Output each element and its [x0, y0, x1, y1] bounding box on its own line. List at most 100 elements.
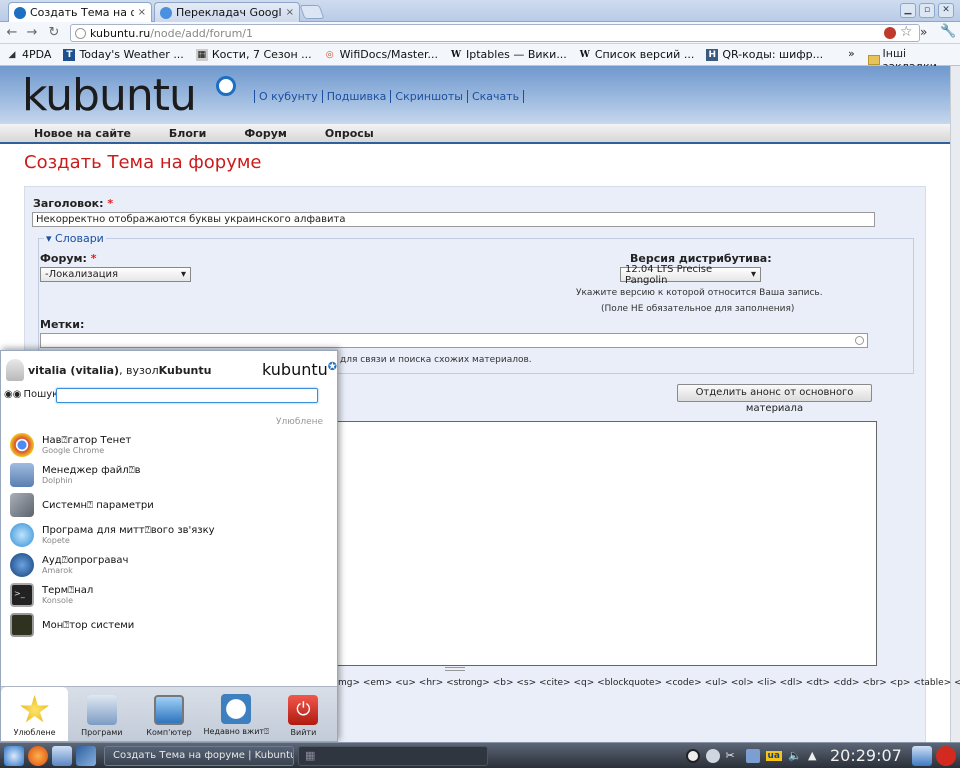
launcher-tabs: Улюблене Програми Комп'ютер Недавно вжит… [1, 686, 337, 741]
close-window-icon[interactable]: ✕ [938, 3, 954, 18]
address-bar[interactable]: kubuntu.ru/node/add/forum/1 [70, 24, 920, 42]
back-icon[interactable]: ← [4, 24, 20, 42]
tags-hint: для связи и поиска схожих материалов. [340, 355, 532, 365]
launcher-host-prefix: , вузол [119, 363, 159, 377]
close-icon[interactable]: × [138, 7, 146, 18]
bookmark-qr[interactable]: H QR-коды: шифр... [700, 48, 829, 61]
forward-icon[interactable]: → [24, 24, 40, 42]
task-browser-window[interactable]: Создать Тема на форуме | Kubuntu [104, 745, 294, 766]
ubuntu-icon: ◎ [325, 49, 334, 60]
allowed-html-tags: mg> <em> <u> <hr> <strong> <b> <s> <cite… [338, 678, 960, 688]
desktop-icon[interactable] [76, 745, 96, 766]
kde-taskbar: Создать Тема на форуме | Kubuntu ▦ ✂ ua … [0, 742, 960, 768]
show-desktop-icon[interactable] [912, 745, 932, 766]
reload-icon[interactable]: ↻ [46, 24, 62, 42]
launcher-tab-favorites[interactable]: Улюблене [1, 687, 69, 741]
bookmark-4pda[interactable]: ◢ 4PDA [0, 48, 57, 61]
split-teaser-button[interactable]: Отделить анонс от основного материала [677, 384, 872, 414]
kde-launcher-icon[interactable] [4, 745, 24, 766]
forum-select[interactable]: -Локализация ▾ [40, 267, 191, 282]
clock-icon [221, 694, 252, 724]
chevron-up-icon[interactable]: ▲ [808, 749, 822, 763]
scissors-icon[interactable]: ✂ [726, 749, 740, 763]
title-label: Заголовок: * [33, 197, 114, 210]
folder-icon [868, 55, 880, 65]
blocked-icon[interactable] [884, 27, 896, 39]
nav-polls[interactable]: Опросы [325, 127, 374, 140]
kubuntu-icon [14, 6, 26, 19]
launcher-item-settings[interactable]: Системн⍰ параметри [10, 490, 154, 520]
4pda-icon: ◢ [8, 49, 16, 60]
media-icon[interactable] [685, 748, 700, 763]
clock[interactable]: 20:29:07 [830, 746, 908, 765]
bookmark-label: WifiDocs/Master... [339, 48, 439, 61]
link-screenshots[interactable]: Скриншоты [390, 90, 467, 103]
launcher-item-kopete[interactable]: Програма для митт⍰вого зв'язку Kopete [10, 520, 215, 550]
firefox-icon[interactable] [28, 745, 48, 766]
top-links: О кубунту Подшивка Скриншоты Скачать [254, 90, 525, 103]
google-translate-icon [160, 6, 172, 19]
nav-forum[interactable]: Форум [244, 127, 287, 140]
launcher-item-chrome[interactable]: Нав⍰гатор Тенет Google Chrome [10, 430, 131, 460]
forum-select-value: -Локализация [45, 269, 119, 280]
globe-icon [75, 27, 86, 39]
chat-icon[interactable] [705, 748, 720, 763]
page-title: Создать Тема на форуме [24, 152, 262, 173]
chevron-right-icon[interactable]: » [920, 25, 927, 39]
chevron-down-icon: ▾ [750, 269, 756, 280]
kopete-icon [10, 523, 34, 547]
vocabularies-legend[interactable]: ▾ Словари [44, 232, 106, 245]
title-input[interactable]: Некорректно отображаются буквы украинско… [32, 212, 875, 227]
nav-new[interactable]: Новое на сайте [34, 127, 131, 140]
bookmark-label: Iptables — Вики... [466, 48, 567, 61]
volume-icon[interactable]: 🔈 [788, 749, 802, 763]
clipboard-icon[interactable] [745, 748, 760, 763]
bookmark-label: 4PDA [22, 48, 52, 61]
file-manager-icon[interactable] [52, 745, 72, 766]
bookmarks-overflow-icon[interactable]: » [848, 47, 855, 60]
nav-blogs[interactable]: Блоги [169, 127, 206, 140]
link-binder[interactable]: Подшивка [321, 90, 391, 103]
tab-google-translate[interactable]: Перекладач Google × [154, 2, 300, 22]
body-textarea[interactable] [330, 421, 877, 666]
distro-select-value: 12.04 LTS Precise Pangolin [625, 263, 713, 286]
launcher-item-konsole[interactable]: >_ Терм⍰нал Konsole [10, 580, 93, 610]
link-about[interactable]: О кубунту [254, 90, 322, 103]
minimize-icon[interactable]: ▁ [900, 3, 916, 18]
bookmark-weather[interactable]: T Today's Weather ... [57, 48, 189, 61]
bookmark-iptables[interactable]: W Iptables — Вики... [444, 48, 573, 61]
tags-input[interactable] [40, 333, 868, 348]
bookmark-kosti[interactable]: ▦ Кости, 7 Сезон ... [190, 48, 318, 61]
launcher-item-system-monitor[interactable]: Мон⍰тор системи [10, 610, 134, 640]
launcher-tab-leave[interactable]: ⏻ Вийти [270, 687, 337, 741]
page-scrollbar[interactable] [950, 66, 960, 742]
shutdown-icon[interactable] [936, 745, 956, 766]
site-logo[interactable]: kubuntu [22, 70, 197, 121]
keyboard-layout-indicator[interactable]: ua [765, 750, 782, 761]
bookmark-wifidocs[interactable]: ◎ WifiDocs/Master... [318, 48, 444, 61]
maximize-icon[interactable]: ▫ [919, 3, 935, 18]
bookmark-versions[interactable]: W Список версий ... [573, 48, 701, 61]
distro-select[interactable]: 12.04 LTS Precise Pangolin ▾ [620, 264, 761, 286]
launcher-tab-recent[interactable]: Недавно вжит⍰ [203, 687, 270, 741]
star-bookmark-icon[interactable]: ☆ [900, 24, 913, 40]
launcher-tab-computer[interactable]: Комп'ютер [135, 687, 202, 741]
launcher-search-input[interactable] [56, 388, 318, 403]
wrench-icon[interactable]: 🔧 [940, 24, 956, 39]
resize-grip-icon[interactable] [445, 667, 465, 671]
launcher-search-label: ◉◉ Пошук: [4, 389, 62, 400]
launcher-item-amarok[interactable]: Ауд⍰опрогравач Amarok [10, 550, 128, 580]
link-download[interactable]: Скачать [466, 90, 525, 103]
pager[interactable]: ▦ [298, 745, 488, 766]
bookmark-label: Кости, 7 Сезон ... [211, 48, 312, 61]
kubuntu-gear-icon [216, 76, 236, 96]
video-icon: ▦ [195, 48, 208, 61]
bookmark-label: QR-коды: шифр... [722, 48, 824, 61]
launcher-tab-applications[interactable]: Програми [68, 687, 135, 741]
launcher-item-dolphin[interactable]: Менеджер файл⍰в Dolphin [10, 460, 141, 490]
tab-create-topic[interactable]: Создать Тема на фору × [8, 2, 152, 22]
tags-label: Метки: [40, 318, 85, 331]
close-icon[interactable]: × [286, 7, 294, 18]
launcher-user-name: vitalia (vitalia) [28, 363, 120, 377]
autocomplete-icon [855, 336, 864, 345]
